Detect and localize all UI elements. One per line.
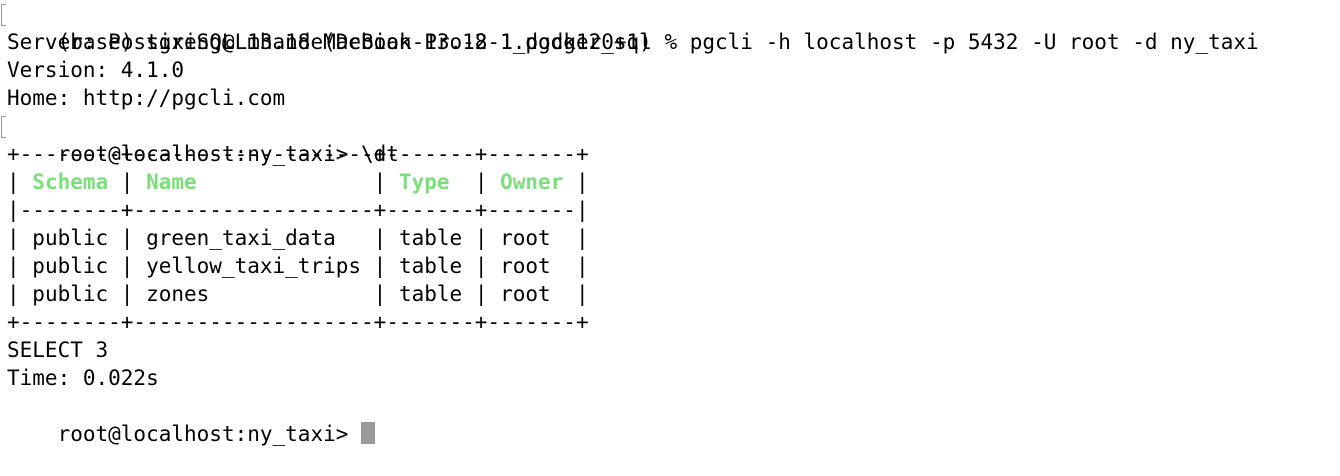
table-header-row: | Schema | Name | Type | Owner |: [7, 170, 589, 194]
server-info-line: Server: PostgreSQL 13.18 (Debian 13.18-1…: [7, 30, 652, 54]
cell-type: table: [398, 254, 463, 278]
table-row: | public | green_taxi_data | table | roo…: [7, 226, 589, 250]
result-status-line: SELECT 3: [7, 338, 109, 362]
partial-prompt-text: root@localhost:ny_taxi>: [57, 422, 349, 446]
header-schema: Schema: [32, 170, 109, 194]
home-info-line: Home: http://pgcli.com: [7, 86, 286, 110]
table-row: | public | zones | table | root |: [7, 282, 589, 306]
cell-schema: public: [32, 282, 109, 306]
terminal-window[interactable]: (base) sixing@LmhandeMacBook-Pro-2 1_doc…: [1, 0, 1340, 446]
line-marker: [1, 116, 6, 138]
cell-schema: public: [32, 254, 109, 278]
result-time-line: Time: 0.022s: [7, 366, 159, 390]
cell-schema: public: [32, 226, 109, 250]
active-prompt-line[interactable]: root@localhost:ny_taxi>: [7, 392, 376, 446]
header-owner: Owner: [500, 170, 564, 194]
cell-owner: root: [500, 226, 551, 250]
cell-owner: root: [500, 282, 551, 306]
table-bottom-border: +--------+-------------------+-------+--…: [7, 310, 589, 334]
cell-name: zones: [146, 282, 210, 306]
cell-name: yellow_taxi_trips: [146, 254, 362, 278]
table-row: | public | yellow_taxi_trips | table | r…: [7, 254, 589, 278]
cell-type: table: [398, 226, 463, 250]
header-name: Name: [146, 170, 197, 194]
line-marker: [1, 4, 6, 26]
table-top-border: +--------+-------------------+-------+--…: [7, 142, 589, 166]
text-cursor: [361, 422, 376, 444]
prompt-line: root@localhost:ny_taxi> \dt: [1, 112, 399, 166]
version-info-line: Version: 4.1.0: [7, 58, 185, 82]
cell-type: table: [398, 282, 463, 306]
header-type: Type: [398, 170, 450, 194]
command-line: (base) sixing@LmhandeMacBook-Pro-2 1_doc…: [1, 0, 1259, 54]
table-separator: |--------+-------------------+-------+--…: [7, 198, 589, 222]
cell-owner: root: [500, 254, 551, 278]
cell-name: green_taxi_data: [146, 226, 336, 250]
